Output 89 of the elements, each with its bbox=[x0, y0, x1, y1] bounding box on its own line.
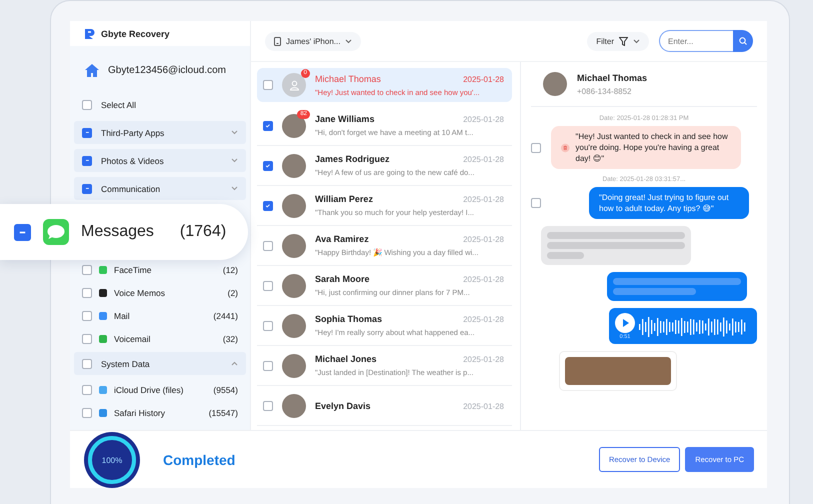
check-icon bbox=[265, 202, 271, 208]
select-all-label[interactable]: Select All bbox=[101, 100, 238, 110]
checkbox[interactable] bbox=[263, 320, 273, 330]
category-label[interactable]: Voice Memos bbox=[114, 288, 221, 298]
select-all-checkbox[interactable] bbox=[82, 100, 92, 110]
minus-icon bbox=[84, 186, 90, 191]
message-icon bbox=[43, 219, 69, 245]
message-date: 2025-01-28 bbox=[463, 235, 504, 244]
contact-name: Evelyn Davis bbox=[315, 400, 371, 410]
conversation-row[interactable]: Evelyn Davis 2025-01-28 bbox=[257, 386, 512, 426]
play-icon[interactable] bbox=[615, 313, 635, 333]
search-icon bbox=[739, 37, 747, 45]
checkbox[interactable] bbox=[82, 311, 92, 321]
checkbox[interactable] bbox=[531, 198, 541, 208]
item-count: (1764) bbox=[180, 223, 226, 241]
checkbox[interactable] bbox=[82, 288, 92, 298]
contact-name: James Rodriguez bbox=[315, 154, 390, 164]
message-date: 2025-01-28 bbox=[463, 402, 504, 410]
filter-icon bbox=[619, 36, 628, 46]
message-date: 2025-01-28 bbox=[463, 315, 504, 324]
item-count: (32) bbox=[222, 334, 238, 344]
checkbox[interactable] bbox=[82, 156, 92, 166]
checkbox[interactable] bbox=[82, 408, 92, 418]
category-row[interactable]: System Data bbox=[74, 352, 246, 375]
search-button[interactable] bbox=[733, 30, 753, 52]
category-row[interactable]: Third-Party Apps bbox=[74, 121, 246, 144]
message-date: 2025-01-28 bbox=[463, 155, 504, 164]
message-date: 2025-01-28 bbox=[463, 275, 504, 284]
filter-button[interactable]: Filter bbox=[587, 32, 649, 50]
message-date: 2025-01-28 bbox=[463, 74, 504, 84]
contact-name: Michael Thomas bbox=[577, 72, 648, 82]
checkbox[interactable] bbox=[263, 80, 273, 90]
category-label[interactable]: Safari History bbox=[114, 408, 202, 418]
category-label[interactable]: Mail bbox=[114, 311, 206, 321]
checkbox[interactable] bbox=[82, 265, 92, 275]
check-icon bbox=[265, 122, 271, 128]
category-label: Messages bbox=[81, 223, 154, 241]
checkbox[interactable] bbox=[263, 240, 273, 250]
caret-icon bbox=[633, 38, 640, 44]
category-label[interactable]: Voicemail bbox=[114, 334, 216, 344]
checkbox[interactable] bbox=[531, 142, 541, 152]
checkbox[interactable] bbox=[82, 128, 92, 138]
message-date: 2025-01-28 bbox=[463, 195, 504, 204]
message-date: 2025-01-28 bbox=[463, 115, 504, 124]
checkbox[interactable] bbox=[263, 200, 273, 210]
avatar-photo bbox=[543, 72, 567, 96]
logo-icon bbox=[84, 28, 95, 40]
checkbox[interactable] bbox=[263, 360, 273, 370]
checkbox[interactable] bbox=[263, 120, 273, 130]
contact-name: Sarah Moore bbox=[315, 274, 370, 284]
caret-icon bbox=[345, 38, 352, 44]
phone-icon bbox=[274, 36, 281, 46]
check-icon bbox=[265, 162, 271, 168]
item-count: (2441) bbox=[213, 311, 238, 321]
contact-name: Michael Thomas bbox=[315, 74, 381, 84]
minus-icon bbox=[84, 130, 90, 135]
contact-name: Ava Ramirez bbox=[315, 234, 369, 244]
account-email: Gbyte123456@icloud.com bbox=[108, 65, 226, 76]
minus-icon bbox=[84, 158, 90, 163]
search-field[interactable]: Enter... bbox=[659, 30, 733, 52]
checkbox[interactable] bbox=[82, 385, 92, 395]
status-label: Completed bbox=[163, 452, 236, 468]
category-row[interactable]: Photos & Videos bbox=[74, 149, 246, 172]
progress-ring: 100% bbox=[83, 430, 141, 488]
contact-name: Michael Jones bbox=[315, 354, 377, 364]
category-label[interactable]: iCloud Drive (files) bbox=[114, 385, 206, 395]
app-title: Gbyte Recovery bbox=[101, 28, 170, 38]
deleted-message-bubble: "Hey! Just wanted to check in and see how you're doing. Hope you're having a great day! 😊" bbox=[551, 126, 741, 169]
message-date: 2025-01-28 bbox=[463, 355, 504, 364]
contact-phone: +086-134-8852 bbox=[577, 86, 632, 96]
checkbox[interactable] bbox=[263, 400, 273, 410]
category-row[interactable]: Communication bbox=[74, 177, 246, 200]
contact-name: Sophia Thomas bbox=[315, 314, 382, 324]
device-dropdown[interactable]: James' iPhon... bbox=[265, 32, 362, 50]
sent-message-bubble: "Doing great! Just trying to figure out how to adult today. Any tips? 😅" bbox=[589, 187, 749, 219]
item-count: (9554) bbox=[213, 385, 238, 395]
category-label[interactable]: FaceTime bbox=[114, 265, 216, 275]
checkbox[interactable] bbox=[263, 280, 273, 290]
checkbox[interactable] bbox=[263, 160, 273, 170]
item-count: (2) bbox=[228, 288, 238, 298]
checkbox[interactable] bbox=[14, 224, 31, 240]
checkbox[interactable] bbox=[82, 334, 92, 344]
checkbox[interactable] bbox=[82, 184, 92, 194]
checkbox[interactable] bbox=[82, 358, 92, 368]
contact-name: William Perez bbox=[315, 194, 373, 204]
item-count: (12) bbox=[222, 265, 238, 275]
contact-name: Jane Williams bbox=[315, 114, 374, 124]
house-icon bbox=[84, 63, 100, 78]
item-count: (15547) bbox=[208, 408, 238, 418]
